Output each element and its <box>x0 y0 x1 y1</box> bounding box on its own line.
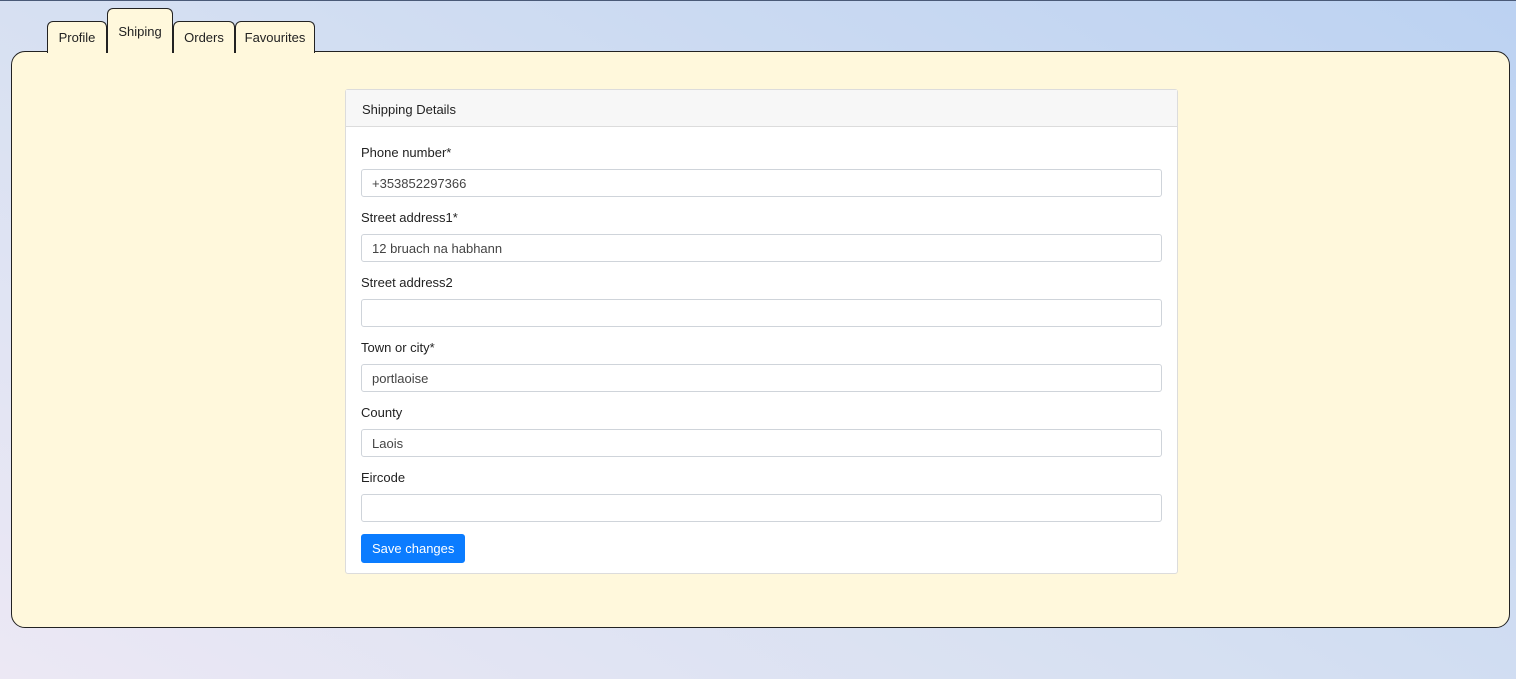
tab-shipping-label: Shiping <box>118 24 162 39</box>
tab-content-panel: Shipping Details Phone number* Street ad… <box>11 51 1510 628</box>
card-title: Shipping Details <box>362 102 456 117</box>
shipping-details-card: Shipping Details Phone number* Street ad… <box>345 89 1178 574</box>
tab-profile-label: Profile <box>58 30 96 45</box>
town-label: Town or city* <box>361 340 435 355</box>
tab-orders[interactable]: Orders <box>173 21 235 53</box>
phone-label: Phone number* <box>361 145 452 160</box>
tab-favourites-label: Favourites <box>244 30 306 45</box>
street-address1-label: Street address1* <box>361 210 458 225</box>
tab-shipping[interactable]: Shiping <box>107 8 173 53</box>
town-input[interactable] <box>361 364 1162 392</box>
card-header: Shipping Details <box>346 90 1177 127</box>
eircode-input[interactable] <box>361 494 1162 522</box>
phone-input[interactable] <box>361 169 1162 197</box>
tab-favourites[interactable]: Favourites <box>235 21 315 53</box>
street-address1-input[interactable] <box>361 234 1162 262</box>
tab-orders-label: Orders <box>184 30 224 45</box>
street-address2-label: Street address2 <box>361 275 453 290</box>
county-label: County <box>361 405 403 420</box>
tab-profile[interactable]: Profile <box>47 21 107 53</box>
profile-tabs: Profile Shiping Orders Favourites <box>47 8 315 53</box>
county-input[interactable] <box>361 429 1162 457</box>
street-address2-input[interactable] <box>361 299 1162 327</box>
save-changes-button[interactable]: Save changes <box>361 534 466 563</box>
eircode-label: Eircode <box>361 470 406 485</box>
shipping-form: Phone number* Street address1* Street ad… <box>346 127 1177 563</box>
